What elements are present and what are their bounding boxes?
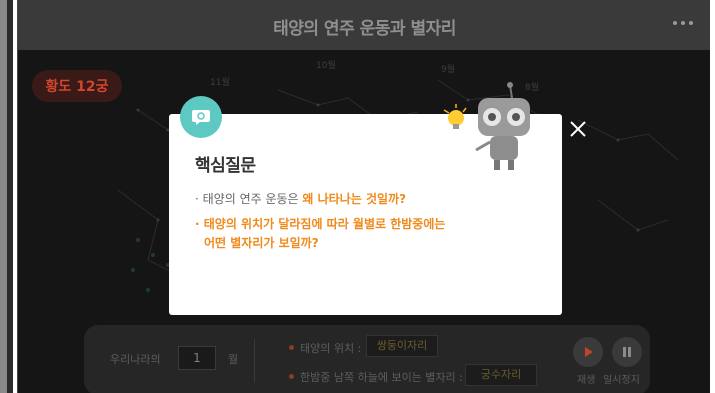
divider [254, 339, 255, 383]
month-label: 9월 [441, 65, 456, 75]
question-1-prefix: · 태양의 연주 운동은 [195, 192, 303, 206]
month-label: 10월 [316, 61, 336, 71]
sun-position-value: 쌍둥이자리 [366, 335, 438, 357]
play-label: 재생 [577, 375, 596, 386]
bullet-dot [289, 345, 294, 350]
play-icon [585, 347, 593, 357]
sun-position-label: 태양의 위치 : [300, 342, 362, 355]
page-title: 태양의 연주 운동과 별자리 [273, 19, 456, 39]
pause-icon [623, 347, 631, 357]
header-bar: 태양의 연주 운동과 별자리 [18, 0, 710, 50]
month-label: 11월 [210, 78, 230, 88]
modal-title: 핵심질문 [195, 156, 256, 176]
pause-button[interactable] [612, 337, 642, 367]
modal-badge [180, 96, 222, 138]
bullet-dot [289, 374, 294, 379]
more-horizontal-icon[interactable] [673, 18, 693, 28]
visible-constellation-value: 궁수자리 [465, 364, 537, 386]
question-2-line-2: 어떤 별자리가 보일까? [204, 236, 319, 250]
month-input[interactable]: 1 [178, 346, 216, 370]
speech-bubble-icon [192, 110, 210, 125]
country-label: 우리나라의 [110, 353, 161, 366]
question-2-line-1: · 태양의 위치가 달라짐에 따라 월별로 한밤중에는 [195, 217, 446, 231]
left-edge-strip-dark [7, 0, 13, 393]
visible-constellation-label: 한밤중 남쪽 하늘에 보이는 별자리 : [300, 371, 463, 384]
close-icon[interactable] [567, 118, 589, 140]
question-1-highlight: 왜 나타나는 것일까? [302, 192, 407, 206]
left-edge-strip [0, 0, 7, 393]
question-1: · 태양의 연주 운동은 왜 나타나는 것일까? [195, 190, 406, 209]
control-panel: 우리나라의 1 월 태양의 위치 : 쌍둥이자리 한밤중 남쪽 하늘에 보이는 … [84, 325, 650, 393]
play-button[interactable] [573, 337, 603, 367]
zodiac-badge[interactable]: 황도 12궁 [32, 70, 122, 102]
month-unit: 월 [228, 353, 239, 366]
pause-label: 일시정지 [603, 375, 640, 386]
robot-mascot [443, 82, 530, 170]
